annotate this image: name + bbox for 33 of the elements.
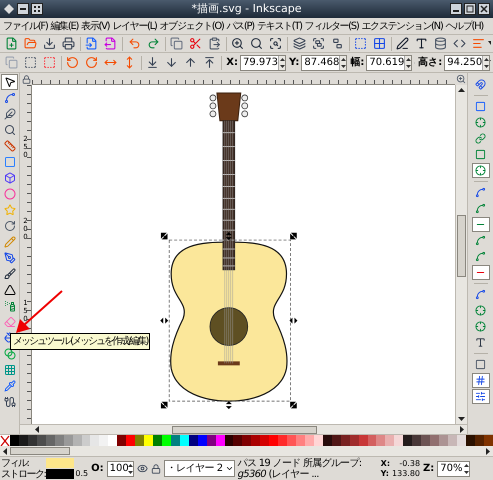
menu-item[interactable]: テキスト(T) xyxy=(256,18,302,34)
window-title: *描画.svg - Inkscape xyxy=(190,0,303,17)
tooltip: メッシュツール (メッシュを作成/編集) xyxy=(10,333,150,350)
field-label: Y: xyxy=(289,56,300,70)
number-field[interactable]: 79.973 xyxy=(240,54,286,70)
field-label: 幅: xyxy=(350,56,364,70)
menu-item[interactable]: エクステンション(N) xyxy=(361,18,442,34)
number-field[interactable]: 87.468 xyxy=(301,54,348,70)
field-label: X: xyxy=(226,56,238,70)
zoom-label: Z: xyxy=(423,462,434,476)
opacity-label: O: xyxy=(91,462,104,476)
number-field[interactable]: 70.619 xyxy=(366,54,412,70)
y-label: Y: xyxy=(380,468,390,478)
x-label: X: xyxy=(380,458,390,468)
menu-item[interactable]: ヘルプ(H) xyxy=(445,18,483,34)
fill-label: フィル: xyxy=(1,458,30,468)
stroke-label: ストローク: xyxy=(1,468,46,480)
layer-dropdown[interactable]: ・レイヤー 2 xyxy=(164,460,235,477)
menu-item[interactable]: 表示(V) xyxy=(81,18,110,34)
menu-item[interactable]: ファイル(F) xyxy=(3,18,48,34)
field-label: 高さ: xyxy=(418,55,442,70)
menu-item[interactable]: 編集(E) xyxy=(50,18,78,34)
number-field[interactable]: 94.250 xyxy=(444,54,490,70)
stroke-width: 0.5 xyxy=(75,469,88,479)
zoom-field[interactable]: 70% xyxy=(437,460,470,476)
y-coordinate: 133.80 xyxy=(392,468,420,478)
status-message: パス 19 ノード 所属グループ: g5360 (レイヤー ... xyxy=(238,458,362,480)
x-coordinate: -0.38 xyxy=(398,458,420,468)
opacity-field[interactable]: 100 xyxy=(106,460,134,476)
menu-item[interactable]: レイヤー(L) xyxy=(112,18,157,34)
menu-item[interactable]: フィルター(S) xyxy=(304,18,358,34)
menu-item[interactable]: パス(P) xyxy=(226,18,254,34)
menu-item[interactable]: オブジェクト(O) xyxy=(160,18,224,34)
